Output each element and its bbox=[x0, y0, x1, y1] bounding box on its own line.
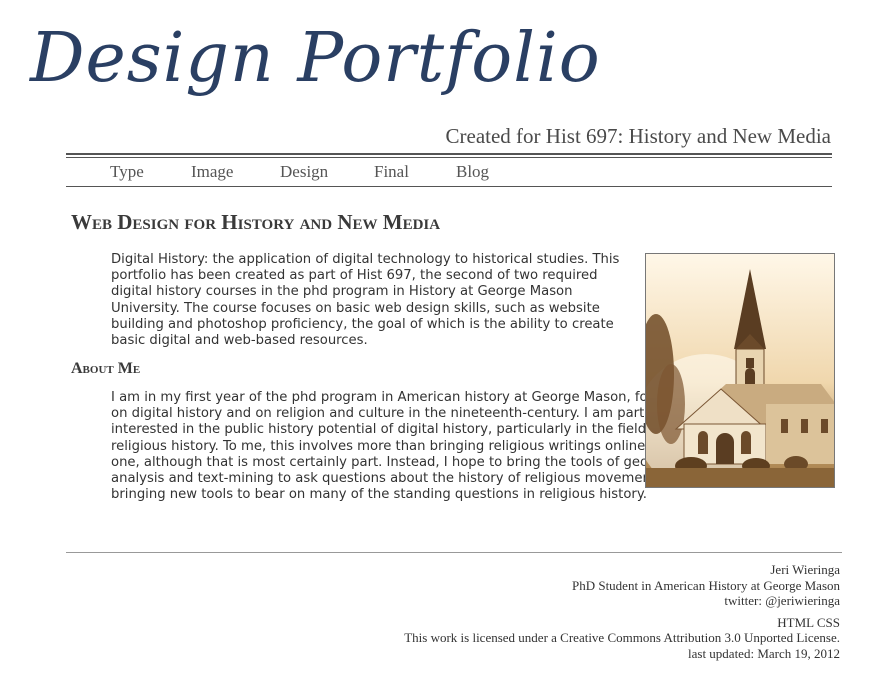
about-heading: About Me bbox=[71, 360, 141, 377]
license-statement: This work is licensed under a Creative C… bbox=[404, 630, 840, 646]
main-nav: Type Image Design Final Blog bbox=[66, 158, 832, 187]
author-role: PhD Student in American History at Georg… bbox=[571, 577, 840, 593]
html-validation-link[interactable]: HTML bbox=[777, 615, 813, 630]
nav-item-blog[interactable]: Blog bbox=[456, 162, 489, 182]
intro-paragraph: Digital History: the application of digi… bbox=[111, 252, 620, 349]
license-prefix: This work is licensed under a bbox=[404, 630, 561, 645]
church-photo bbox=[645, 253, 835, 488]
site-footer: Jeri Wieringa PhD Student in American Hi… bbox=[404, 562, 840, 661]
author-name: Jeri Wieringa bbox=[770, 562, 840, 577]
license-suffix: . bbox=[836, 630, 840, 645]
church-illustration bbox=[646, 269, 834, 487]
author-twitter: twitter: @jeriwieringa bbox=[724, 593, 840, 608]
nav-item-type[interactable]: Type bbox=[110, 162, 144, 182]
site-title: Design Portfolio bbox=[30, 19, 601, 98]
last-updated: last updated: March 19, 2012 bbox=[688, 645, 840, 661]
validation-links: HTML CSS bbox=[404, 615, 840, 631]
nav-item-image[interactable]: Image bbox=[191, 162, 233, 182]
site-subtitle: Created for Hist 697: History and New Me… bbox=[445, 124, 832, 148]
footer-divider bbox=[66, 552, 842, 553]
nav-item-final[interactable]: Final bbox=[374, 162, 409, 182]
css-validation-link[interactable]: CSS bbox=[817, 615, 840, 630]
license-link[interactable]: Creative Commons Attribution 3.0 Unporte… bbox=[560, 630, 837, 645]
page-heading: Web Design for History and New Media bbox=[71, 210, 441, 234]
nav-item-design[interactable]: Design bbox=[280, 162, 328, 182]
about-paragraph: I am in my first year of the phd program… bbox=[111, 390, 693, 503]
